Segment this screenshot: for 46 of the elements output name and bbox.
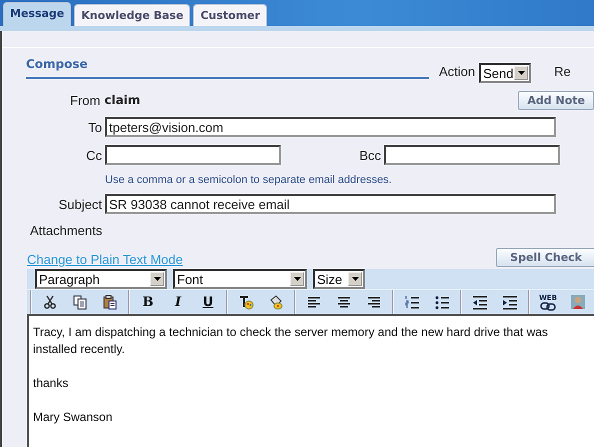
attachments-label: Attachments	[30, 223, 104, 238]
hint-text: Use a comma or a semicolon to separate email addresses.	[105, 174, 393, 186]
cc-field[interactable]	[105, 145, 281, 165]
bullet-list-icon	[434, 294, 450, 310]
scissors-icon	[42, 294, 58, 310]
from-value: claim	[104, 93, 140, 107]
dropdown-arrow-icon	[294, 277, 300, 281]
outdent-icon	[472, 294, 488, 310]
copy-icon	[72, 294, 88, 310]
from-label: From	[70, 92, 100, 108]
tab[interactable]: Knowledge Base	[74, 4, 190, 26]
dropdown-arrow-icon	[518, 71, 525, 75]
italic-button[interactable]: I	[163, 291, 193, 313]
action-select[interactable]: Send	[479, 63, 532, 83]
format-dropdown[interactable]: Paragraph	[35, 269, 167, 289]
to-label: To	[87, 120, 103, 134]
subject-label: Subject	[58, 196, 103, 212]
align-right-icon	[366, 294, 382, 310]
format-dropdown[interactable]: Font	[173, 269, 307, 289]
align-left-icon	[306, 294, 322, 310]
clear-format-icon	[238, 294, 254, 310]
add-note-button[interactable]: Add Note	[518, 90, 594, 110]
align-center-icon	[336, 294, 352, 310]
dropdown-arrow-icon	[352, 277, 358, 281]
chain-icon	[540, 302, 556, 310]
dropdown-arrow-icon	[154, 277, 160, 281]
tab[interactable]: Message	[3, 2, 72, 26]
paint-bucket-icon	[268, 294, 284, 310]
message-editor[interactable]: Tracy, I am dispatching a technician to check the server memory and the new hard drive that was installed recently. thanks Mary Swanson	[27, 314, 594, 447]
bcc-label: Bcc	[358, 148, 382, 162]
indent-icon	[502, 294, 518, 310]
to-field[interactable]: tpeters@vision.com	[105, 117, 556, 137]
format-dropdown[interactable]: Size	[313, 269, 365, 289]
bcc-field[interactable]	[384, 145, 560, 165]
section-title: Compose	[26, 57, 429, 79]
underline-button[interactable]: U	[193, 291, 223, 313]
person-icon	[570, 294, 586, 310]
bold-button[interactable]: B	[133, 291, 163, 313]
tab[interactable]: Customer	[193, 4, 268, 26]
cc-label: Cc	[85, 148, 103, 162]
field-label: Re	[554, 64, 571, 79]
paste-icon	[102, 294, 118, 310]
subject-field[interactable]: SR 93038 cannot receive email	[105, 194, 556, 214]
action-label: Action	[439, 64, 476, 79]
numbered-list-icon	[404, 294, 420, 310]
spell-check-button[interactable]: Spell Check	[496, 248, 594, 267]
